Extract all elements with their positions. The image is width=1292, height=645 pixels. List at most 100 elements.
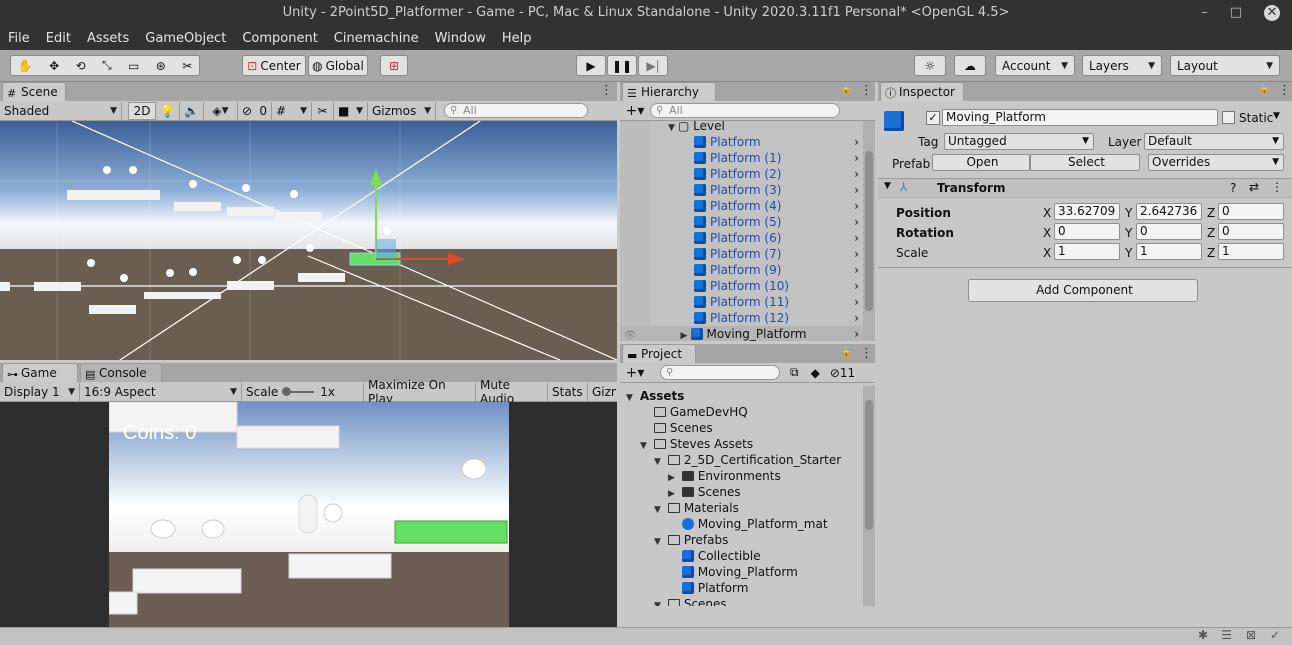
stats-toggle[interactable]: Stats	[548, 382, 588, 401]
tools-button[interactable]: ✂	[312, 101, 334, 120]
tab-console[interactable]: ▤ Console	[80, 363, 162, 382]
prefab-open-button[interactable]: Open	[932, 154, 1030, 171]
chevron-right-icon[interactable]: ›	[854, 230, 859, 246]
chevron-right-icon[interactable]: ›	[854, 166, 859, 182]
scene-viewport[interactable]	[0, 121, 617, 360]
hidden-objects-toggle[interactable]: ⊘ 0	[238, 101, 272, 120]
scrollbar-thumb[interactable]	[865, 400, 873, 530]
tab-project[interactable]: ▬ Project	[622, 344, 696, 363]
hierarchy-item-moving-platform[interactable]: 👁 ▶ Moving_Platform ›	[620, 326, 863, 341]
chevron-right-icon[interactable]: ›	[854, 134, 859, 150]
chevron-down-icon[interactable]: ▼	[654, 598, 664, 606]
maximize-button[interactable]: □	[1230, 0, 1242, 26]
chevron-right-icon[interactable]: ›	[854, 294, 859, 310]
scale-tool-icon[interactable]: ⤡	[102, 58, 112, 73]
eye-icon[interactable]: 👁	[624, 330, 637, 341]
project-scrollbar[interactable]	[863, 386, 875, 606]
pause-button[interactable]: ❚❚	[607, 55, 637, 76]
mute-audio-toggle[interactable]: Mute Audio	[476, 378, 548, 406]
prefab-overrides-dropdown[interactable]: Overrides ▼	[1148, 154, 1284, 171]
chevron-right-icon[interactable]: ›	[854, 326, 859, 341]
cache-icon[interactable]: ☰	[1221, 628, 1232, 642]
hierarchy-item[interactable]: Platform (3) ›	[620, 182, 863, 198]
minimize-button[interactable]: –	[1201, 0, 1208, 26]
preset-icon[interactable]: ⇄	[1249, 180, 1259, 194]
effects-dropdown[interactable]: ◈ ▼	[204, 101, 238, 120]
project-item[interactable]: GameDevHQ	[620, 404, 748, 420]
play-button[interactable]: ▶	[576, 55, 606, 76]
hierarchy-item[interactable]: Platform (5) ›	[620, 214, 863, 230]
hierarchy-item[interactable]: Platform (11) ›	[620, 294, 863, 310]
hierarchy-search-input[interactable]: ⚲ All	[650, 103, 840, 118]
chevron-right-icon[interactable]: ›	[854, 150, 859, 166]
menu-cinemachine[interactable]: Cinemachine	[326, 31, 427, 46]
transform-header[interactable]: ▼ ⅄ Transform ? ⇄ ⋮	[878, 178, 1292, 198]
object-name-input[interactable]: Moving_Platform	[942, 109, 1218, 126]
project-item[interactable]: Moving_Platform_mat	[620, 516, 828, 532]
tab-hierarchy[interactable]: ☰ Hierarchy	[622, 82, 716, 101]
cloud-button[interactable]: ☁	[954, 55, 986, 76]
add-component-button[interactable]: Add Component	[968, 279, 1198, 302]
tab-game[interactable]: ⊶ Game	[2, 363, 78, 382]
static-checkbox[interactable]	[1222, 111, 1235, 124]
account-dropdown[interactable]: Account ▼	[995, 55, 1075, 76]
project-search-input[interactable]: ⚲	[660, 365, 780, 380]
hierarchy-item[interactable]: Platform (12) ›	[620, 310, 863, 326]
game-viewport[interactable]: Coins: 0	[109, 402, 509, 627]
menu-window[interactable]: Window	[427, 31, 494, 46]
position-y-input[interactable]: 2.642736	[1136, 203, 1202, 220]
rotation-y-input[interactable]: 0	[1136, 223, 1202, 240]
project-item[interactable]: ▼ Assets	[620, 388, 684, 404]
aspect-dropdown[interactable]: 16:9 Aspect ▼	[80, 382, 242, 401]
chevron-right-icon[interactable]: ›	[854, 182, 859, 198]
hidden-packages-toggle[interactable]: ⊘11	[830, 366, 855, 380]
active-checkbox[interactable]: ✓	[926, 111, 940, 125]
step-button[interactable]: ▶|	[638, 55, 668, 76]
hierarchy-item[interactable]: Platform (10) ›	[620, 278, 863, 294]
project-item[interactable]: ▶ Environments	[620, 468, 781, 484]
camera-dropdown[interactable]: ■ ▼	[334, 101, 368, 120]
check-icon[interactable]: ✓	[1270, 628, 1280, 642]
prefab-select-button[interactable]: Select	[1030, 154, 1140, 171]
chevron-right-icon[interactable]: ›	[854, 310, 859, 326]
menu-assets[interactable]: Assets	[79, 31, 137, 46]
menu-help[interactable]: Help	[494, 31, 540, 46]
project-item[interactable]: ▼ Prefabs	[620, 532, 728, 548]
scrollbar-thumb[interactable]	[865, 151, 873, 311]
position-z-input[interactable]: 0	[1218, 203, 1284, 220]
hand-tool-icon[interactable]: ✋	[18, 59, 33, 73]
rotation-z-input[interactable]: 0	[1218, 223, 1284, 240]
chevron-down-icon[interactable]: ▼	[1273, 111, 1280, 121]
hierarchy-item[interactable]: Platform (9) ›	[620, 262, 863, 278]
layer-dropdown[interactable]: Default ▼	[1144, 133, 1284, 150]
chevron-right-icon[interactable]: ›	[854, 246, 859, 262]
chevron-right-icon[interactable]: ▶	[681, 328, 691, 341]
rotation-x-input[interactable]: 0	[1054, 223, 1120, 240]
hierarchy-item-level[interactable]: ▼ ▢ Level	[668, 121, 725, 134]
slider-track[interactable]	[282, 386, 315, 396]
scale-y-input[interactable]: 1	[1136, 243, 1202, 260]
slider-thumb[interactable]	[282, 386, 292, 396]
hierarchy-menu-icon[interactable]: ⋮	[860, 83, 873, 98]
chevron-right-icon[interactable]: ›	[854, 198, 859, 214]
gi-icon[interactable]: ⊠	[1246, 628, 1256, 642]
hierarchy-item[interactable]: Platform (6) ›	[620, 230, 863, 246]
rotate-tool-icon[interactable]: ⟲	[76, 59, 86, 73]
close-button[interactable]: ✕	[1264, 5, 1280, 21]
layout-dropdown[interactable]: Layout ▼	[1170, 55, 1280, 76]
gizmos-dropdown[interactable]: Gizmos ▼	[368, 101, 436, 120]
project-item[interactable]: ▼ Steves Assets	[620, 436, 753, 452]
help-icon[interactable]: ?	[1230, 181, 1236, 195]
project-item[interactable]: Collectible	[620, 548, 761, 564]
scene-search-input[interactable]: ⚲ All	[444, 103, 588, 118]
project-item[interactable]: Moving_Platform	[620, 564, 798, 580]
tag-dropdown[interactable]: Untagged ▼	[944, 133, 1094, 150]
move-tool-icon[interactable]: ✥	[49, 59, 59, 73]
pivot-center-button[interactable]: ⊡ Center	[242, 55, 306, 76]
lock-icon[interactable]: 🔒	[1258, 84, 1270, 95]
tab-scene[interactable]: # Scene	[2, 82, 66, 101]
layers-dropdown[interactable]: Layers ▼	[1082, 55, 1162, 76]
game-gizmos-dropdown[interactable]: Gizm	[588, 383, 616, 401]
project-item[interactable]: ▼ Scenes	[620, 596, 727, 606]
project-item[interactable]: ▶ Scenes	[620, 484, 741, 500]
